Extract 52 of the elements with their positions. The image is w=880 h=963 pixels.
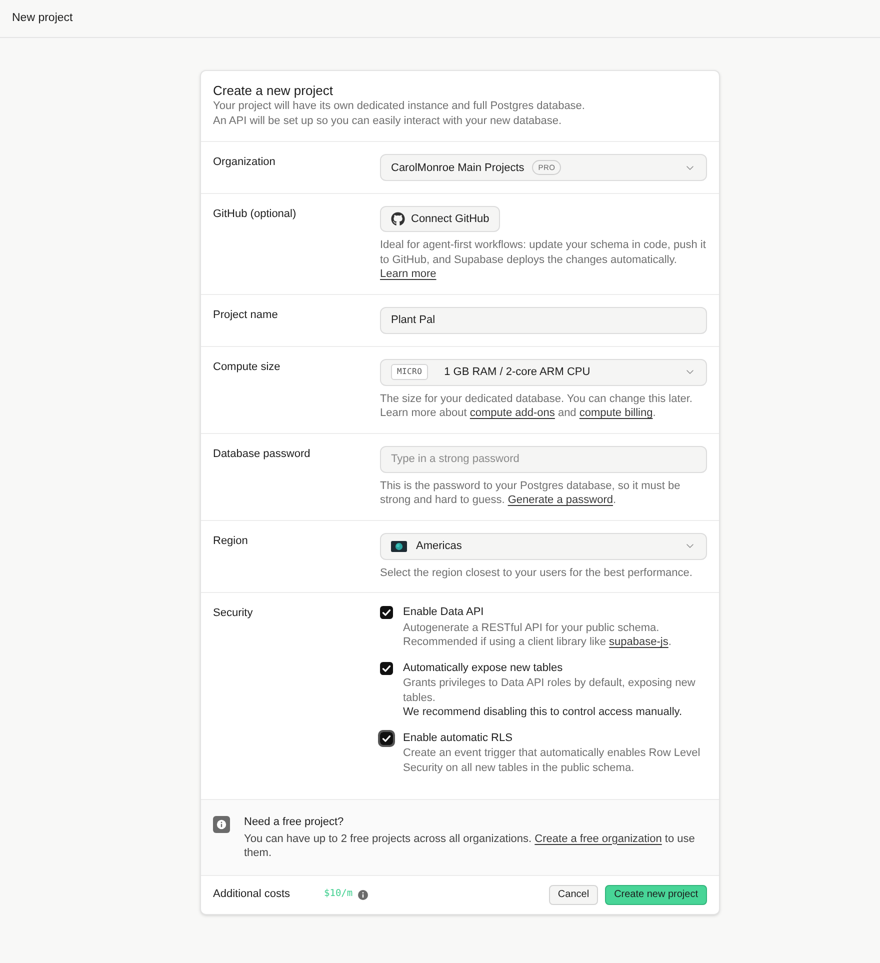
select-value: 1 GB RAM / 2-core ARM CPU [444, 365, 590, 379]
page-title: New project [12, 10, 73, 26]
help-link[interactable]: Create a free organization [534, 832, 662, 844]
help-link[interactable]: Learn more [380, 268, 436, 280]
checkbox[interactable] [380, 606, 393, 619]
check-icon [382, 664, 391, 672]
option-description: Autogenerate a RESTful API for your public schema. Recommended if using a client library like supabase-js. [403, 620, 672, 650]
select-field[interactable]: Americas [380, 532, 707, 560]
cancel-button[interactable]: Cancel [548, 884, 598, 904]
help-text: The size for your dedicated database. You can change this later. Learn more about compute add-ons and compute billing. [380, 392, 694, 420]
check-icon [382, 734, 391, 742]
option-label: Automatically expose new tables [403, 660, 564, 675]
field-label: Project name [213, 308, 278, 322]
help-link[interactable]: compute add-ons [470, 407, 555, 419]
select-field[interactable]: MICRO 1 GB RAM / 2-core ARM CPU [380, 358, 707, 386]
region-flag-icon [391, 540, 407, 552]
card-description: Your project will have its own dedicated instance and full Postgres database. [213, 99, 586, 114]
select-value: Americas [416, 539, 462, 553]
field-label: Region [213, 534, 248, 548]
field-label: Database password [213, 446, 310, 460]
notice-title: Need a free project? [244, 815, 345, 830]
option-note: We recommend disabling this to control access manually. [403, 705, 683, 720]
select-value: CarolMonroe Main Projects [391, 160, 524, 174]
info-icon [358, 890, 368, 900]
option-label: Enable Data API [403, 605, 485, 620]
checkbox[interactable] [380, 662, 393, 674]
help-text: This is the password to your Postgres database, so it must be strong and hard to guess. Generate a password. [380, 478, 682, 508]
github-logo-icon [391, 212, 405, 226]
costs-label: Additional costs [213, 887, 292, 902]
cost-value: $10/m [324, 887, 353, 902]
help-link[interactable]: Generate a password [508, 494, 613, 506]
connect-button[interactable]: Connect GitHub [380, 206, 500, 232]
card-description: An API will be set up so you can easily interact with your new database. [213, 114, 563, 128]
field-label: Organization [213, 155, 276, 169]
info-icon [213, 816, 230, 833]
help-text: Select the region closest to your users for the best performance. [380, 566, 694, 580]
option-description: Create an event trigger that automatically enables Row Level Security on all new tables in the public schema. [403, 746, 702, 775]
create-button[interactable]: Create new project [605, 884, 707, 904]
card-title: Create a new project [213, 83, 334, 99]
text-field[interactable]: Type in a strong password [380, 446, 707, 472]
help-text: Ideal for agent-first workflows: update your schema in code, push it to GitHub, and Supabase deploys the changes automatically. Learn more [380, 238, 707, 282]
help-link[interactable]: supabase-js [609, 636, 668, 648]
text-field[interactable]: Plant Pal [380, 306, 707, 334]
option-label: Enable automatic RLS [403, 730, 514, 745]
size-tag: MICRO [391, 364, 428, 380]
field-label: Security [213, 606, 253, 620]
help-link[interactable]: compute billing [579, 407, 653, 419]
field-label: Compute size [213, 360, 280, 374]
notice-text: You can have up to 2 free projects across all organizations. Create a free organization to use them. [244, 832, 696, 860]
option-description: Grants privileges to Data API roles by default, exposing new tables. [403, 676, 696, 705]
field-label: GitHub (optional) [213, 207, 296, 221]
check-icon [382, 608, 391, 617]
